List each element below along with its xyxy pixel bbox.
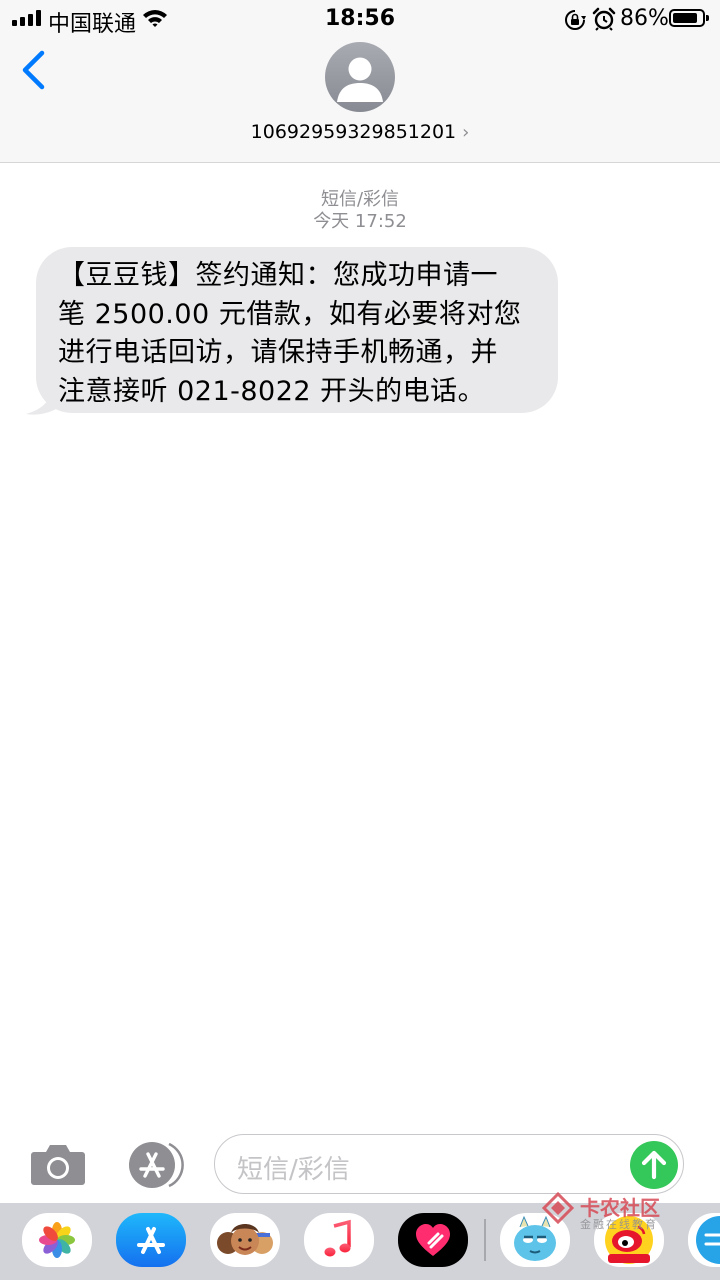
watermark-subtitle: 金融在线教育	[580, 1218, 658, 1231]
app-store-icon[interactable]	[121, 1140, 184, 1190]
contact-chevron-icon: ›	[462, 122, 470, 143]
message-input[interactable]: 短信/彩信	[214, 1134, 684, 1194]
watermark-symbol-icon	[541, 1191, 575, 1225]
app-store-icon[interactable]	[116, 1213, 186, 1267]
orientation-lock-icon	[564, 9, 586, 35]
message-line: 进行电话回访，请保持手机畅通，并	[58, 337, 498, 368]
message-line: 注意接听 021-8022 开头的电话。	[58, 375, 486, 407]
contact-avatar[interactable]	[325, 42, 395, 112]
message-line: 【豆豆钱】签约通知：您成功申请一	[58, 260, 498, 291]
alarm-icon	[592, 7, 616, 35]
message-timestamp: 今天 17:52	[313, 211, 407, 232]
message-input-placeholder: 短信/彩信	[237, 1155, 350, 1185]
camera-icon[interactable]	[30, 1142, 86, 1190]
message-bubble-incoming[interactable]: 【豆豆钱】签约通知：您成功申请一 笔 2500.00 元借款，如有必要将对您 进…	[36, 247, 558, 413]
status-bar: 中国联通 18:56 86%	[0, 0, 720, 40]
watermark-logo: 卡农社区 金融在线教育	[540, 1190, 660, 1231]
battery-percent: 86%	[620, 6, 669, 31]
contact-name-button[interactable]: 10692959329851201 ›	[0, 121, 720, 143]
memoji-icon[interactable]	[210, 1213, 280, 1267]
message-line: 笔 2500.00 元借款，如有必要将对您	[58, 298, 522, 330]
person-silhouette-icon	[337, 57, 383, 102]
app-drawer-divider	[484, 1219, 486, 1261]
digital-touch-icon[interactable]	[398, 1213, 468, 1267]
send-button[interactable]	[630, 1141, 678, 1189]
music-icon[interactable]	[304, 1213, 374, 1267]
chevron-left-icon[interactable]	[18, 50, 48, 94]
contact-number: 10692959329851201	[250, 121, 457, 143]
arrow-up-icon	[641, 1150, 667, 1180]
battery-icon	[669, 9, 709, 27]
photos-icon[interactable]	[22, 1213, 92, 1267]
